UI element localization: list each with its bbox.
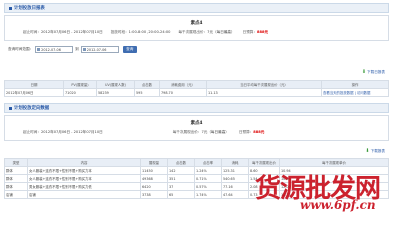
budget-label: 日预算： (238, 130, 254, 134)
cpm-label: 每千次展现出价： (178, 30, 208, 34)
col-header: 类型 (4, 158, 28, 167)
hours-value: 1:00-8:00 ,20:00-24:00 (128, 30, 171, 34)
start-date-value: 2012-07-06 (41, 47, 61, 52)
cell-ctr: 1.74% (194, 190, 222, 199)
period-value: 2012年07月06日 - 2012年07月10日 (40, 130, 103, 134)
cell-pv: 71020 (63, 88, 97, 97)
query-bar: 查询时间范围： 2012-07-06 到 2012-07-06 查询 (8, 46, 137, 53)
to-label: 到 (75, 47, 79, 51)
tab-marker-icon (9, 6, 12, 10)
cell-clicks: 65 (167, 190, 195, 199)
cell-clicks: 142 (167, 166, 195, 175)
cell-actions-link[interactable]: 查看当天的投放数据 | 访问数据 (321, 88, 389, 97)
tab-effect-report-label: 计划投放定向数据 (14, 106, 50, 111)
cell-cost: 47.64 (221, 190, 249, 199)
start-date-input[interactable]: 2012-07-06 (35, 46, 74, 53)
effect-title: 素点4 (190, 121, 203, 126)
col-header: UV(展现人数) (96, 80, 135, 89)
col-header: 消耗 (221, 158, 249, 167)
cpm-value: 7元（每日最高） (201, 130, 229, 134)
period-label: 起止时间： (23, 130, 41, 134)
period-value: 2012年07月06日 - 2012年07月10日 (40, 30, 103, 34)
cell-ctr: 0.71% (194, 174, 222, 183)
calendar-icon (82, 48, 86, 51)
cell-impressions: 3738 (140, 190, 168, 199)
export-daily-link[interactable]: ⬇ 下载日报表 (362, 69, 385, 75)
plan-info-panel: 素点4 起止时间：2012年07月06日 - 2012年07月10日 投放时段：… (4, 15, 389, 41)
col-header: 每千次展现单价 (279, 158, 389, 167)
summary-table: 日期 PV(展现量) UV(展现人数) 点击数 消耗费用（元） 当日平均每千次展… (4, 80, 389, 97)
cell-clicks: 351 (167, 174, 195, 183)
cell-type: 群体 (4, 182, 28, 191)
col-header: 点击数 (167, 158, 195, 167)
hours-label: 投放时段： (110, 30, 129, 34)
cell-uv: 58239 (96, 88, 135, 97)
col-header: 日期 (4, 80, 64, 89)
export-daily-label: 下载日报表 (367, 69, 385, 74)
cell-cost: 540.65 (221, 174, 249, 183)
end-date-input[interactable]: 2012-07-06 (80, 46, 119, 53)
col-header: 点击数 (134, 80, 160, 89)
cell-content: 女人服装+连衣不限+性别不限+购买力本 (27, 174, 141, 183)
col-header: 每千次展现出价 (248, 158, 280, 167)
cell-cost: 125.31 (221, 166, 249, 175)
cell-impressions: 49368 (140, 174, 168, 183)
cell-cost: 798.70 (159, 88, 207, 97)
export-effect-link[interactable]: ⬇ 下载报表 (365, 148, 385, 154)
calendar-icon (37, 48, 41, 51)
plan-title: 素点4 (190, 21, 203, 26)
cell-content: 女人服装+连衣不限+性别不限+购买力本 (27, 166, 141, 175)
query-button[interactable]: 查询 (122, 46, 137, 53)
cpm-value: 7元（每日最高） (207, 30, 235, 34)
tab-marker-icon (9, 106, 12, 110)
watermark-url: www.6pf.cn (300, 198, 376, 212)
cell-type: 群体 (4, 174, 28, 183)
budget-value: 888元 (256, 30, 269, 34)
col-header: 消耗费用（元） (159, 80, 207, 89)
cell-ctr: 0.57% (194, 182, 222, 191)
cell-content: 店铺 (27, 190, 141, 199)
cell-type: 店铺 (4, 190, 28, 199)
col-header: 内容 (27, 158, 141, 167)
query-range-label: 查询时间范围： (8, 47, 34, 51)
export-effect-label: 下载报表 (370, 148, 385, 153)
download-arrow-icon: ⬇ (361, 69, 367, 75)
cell-clicks: 595 (134, 88, 160, 97)
download-arrow-icon: ⬇ (365, 148, 370, 154)
col-header: 当日平均每千次展现出价（元） (206, 80, 322, 89)
col-header: 操作 (321, 80, 389, 89)
cell-ctr: 1.24% (194, 166, 222, 175)
summary-header-row: 日期 PV(展现量) UV(展现人数) 点击数 消耗费用（元） 当日平均每千次展… (4, 80, 389, 89)
cell-date: 2012年07月06日 (4, 88, 64, 97)
col-header: 展现量 (140, 158, 168, 167)
tab-daily-report-label: 计划投放日报表 (14, 6, 45, 11)
tab-effect-report[interactable]: 计划投放定向数据 (4, 103, 389, 113)
col-header: PV(展现量) (63, 80, 97, 89)
cell-content: 男女服装+连衣不限+性别不限+购买力低 (27, 182, 141, 191)
cell-type: 群体 (4, 166, 28, 175)
budget-label: 日预算： (242, 30, 257, 34)
cell-impressions: 11450 (140, 166, 168, 175)
tab-daily-report[interactable]: 计划投放日报表 (4, 3, 389, 13)
period-label: 起止时间： (23, 30, 41, 34)
cpm-label: 每千次展现出价： (172, 130, 202, 134)
cell-clicks: 37 (167, 182, 195, 191)
col-header: 点击率 (194, 158, 222, 167)
detail-header-row: 类型 内容 展现量 点击数 点击率 消耗 每千次展现出价 每千次展现单价 (4, 158, 389, 167)
cell-avg-cpm: 11.13 (206, 88, 322, 97)
cell-impressions: 6420 (140, 182, 168, 191)
effect-info-panel: 素点4 起止时间：2012年07月06日 - 2012年07月10日 每千次展现… (4, 115, 389, 141)
budget-value: 888元 (253, 130, 265, 134)
cell-cost: 77.16 (221, 182, 249, 191)
end-date-value: 2012-07-06 (86, 47, 107, 52)
summary-row: 2012年07月06日 71020 58239 595 798.70 11.13… (4, 88, 389, 97)
